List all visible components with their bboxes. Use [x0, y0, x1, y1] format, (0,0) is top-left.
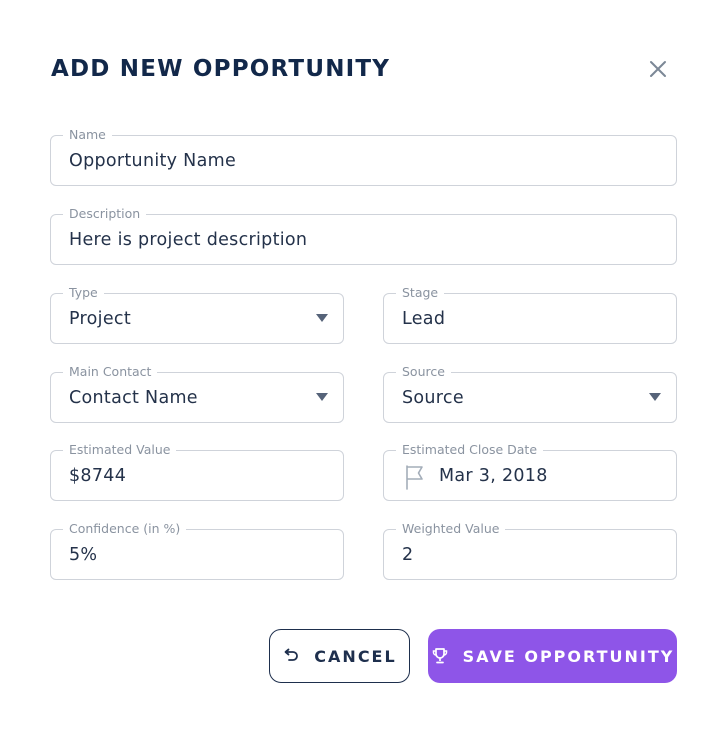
cancel-button[interactable]: CANCEL: [269, 629, 410, 683]
main-contact-label: Main Contact: [63, 365, 158, 379]
name-field[interactable]: Name Opportunity Name: [50, 128, 677, 186]
close-icon[interactable]: [644, 55, 672, 83]
weighted-value-label: Weighted Value: [396, 522, 506, 536]
dialog-title: ADD NEW OPPORTUNITY: [51, 56, 391, 82]
save-label: SAVE OPPORTUNITY: [462, 646, 675, 666]
estimated-close-date-field[interactable]: Estimated Close Date Mar 3, 2018: [383, 443, 677, 501]
add-opportunity-dialog: ADD NEW OPPORTUNITY Name Opportunity Nam…: [0, 0, 728, 734]
description-value: Here is project description: [69, 230, 308, 250]
stage-field[interactable]: Stage Lead: [383, 286, 677, 344]
type-value: Project: [69, 309, 131, 329]
cancel-label: CANCEL: [314, 646, 397, 666]
source-label: Source: [396, 365, 451, 379]
type-select[interactable]: Type Project: [50, 286, 344, 344]
confidence-value: 5%: [69, 545, 98, 565]
save-opportunity-button[interactable]: SAVE OPPORTUNITY: [428, 629, 677, 683]
undo-icon: [284, 648, 299, 661]
stage-value: Lead: [402, 309, 446, 329]
trophy-icon: [432, 648, 447, 664]
type-label: Type: [63, 286, 104, 300]
chevron-down-icon: [316, 314, 328, 322]
main-contact-select[interactable]: Main Contact Contact Name: [50, 365, 344, 423]
estimated-close-date-value: Mar 3, 2018: [439, 466, 548, 486]
name-value: Opportunity Name: [69, 151, 237, 171]
source-value: Source: [402, 388, 464, 408]
weighted-value-field[interactable]: Weighted Value 2: [383, 522, 677, 580]
description-label: Description: [63, 207, 147, 221]
weighted-value-value: 2: [402, 545, 414, 565]
confidence-field[interactable]: Confidence (in %) 5%: [50, 522, 344, 580]
name-label: Name: [63, 128, 112, 142]
flag-icon: [406, 465, 423, 490]
chevron-down-icon: [316, 393, 328, 401]
confidence-label: Confidence (in %): [63, 522, 187, 536]
chevron-down-icon: [649, 393, 661, 401]
estimated-close-date-label: Estimated Close Date: [396, 443, 544, 457]
estimated-value-field[interactable]: Estimated Value $8744: [50, 443, 344, 501]
description-field[interactable]: Description Here is project description: [50, 207, 677, 265]
estimated-value-value: $8744: [69, 466, 127, 486]
main-contact-value: Contact Name: [69, 388, 198, 408]
stage-label: Stage: [396, 286, 445, 300]
estimated-value-label: Estimated Value: [63, 443, 177, 457]
source-select[interactable]: Source Source: [383, 365, 677, 423]
